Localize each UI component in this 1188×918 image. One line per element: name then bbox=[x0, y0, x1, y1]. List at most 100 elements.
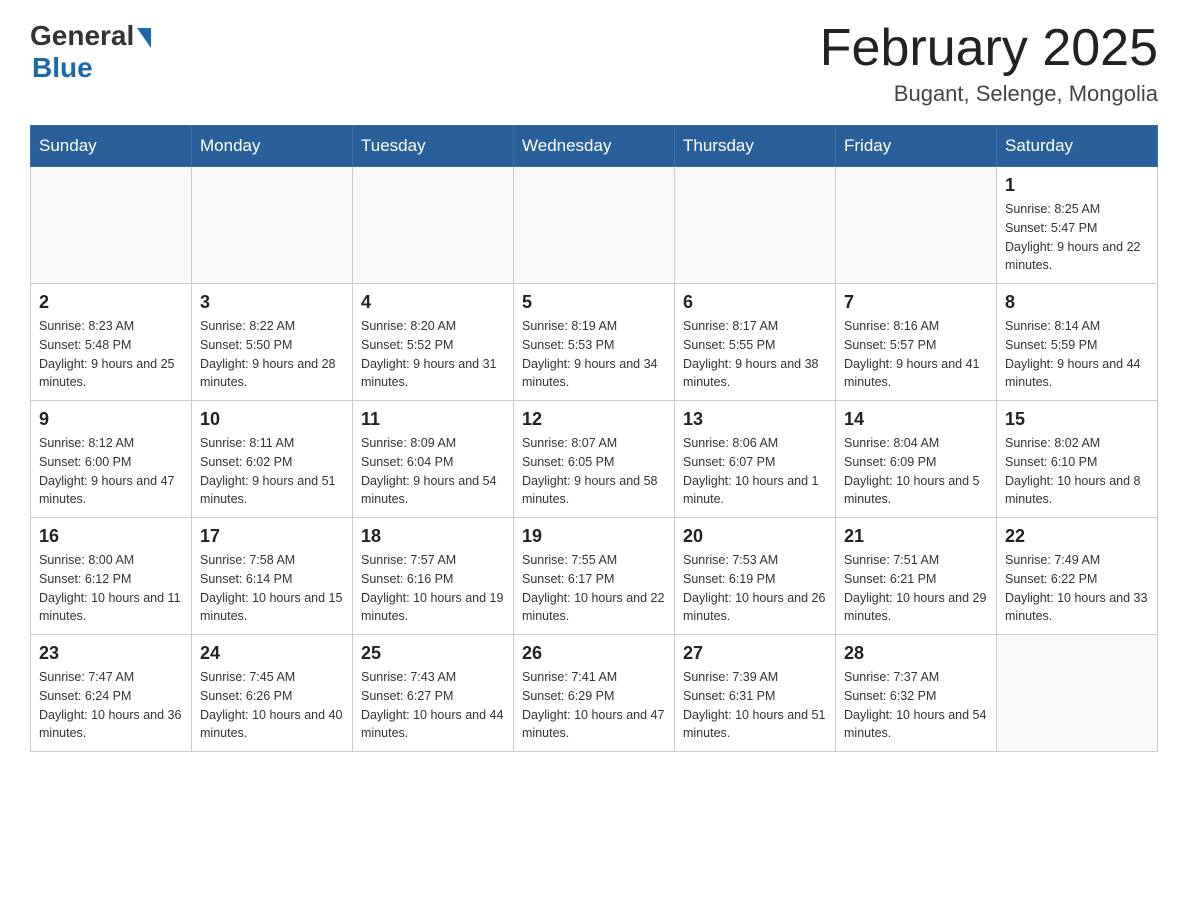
weekday-header-tuesday: Tuesday bbox=[353, 126, 514, 167]
calendar-cell: 5 Sunrise: 8:19 AMSunset: 5:53 PMDaylight… bbox=[514, 284, 675, 401]
calendar-cell: 18 Sunrise: 7:57 AMSunset: 6:16 PMDayligh… bbox=[353, 518, 514, 635]
week-row-5: 23 Sunrise: 7:47 AMSunset: 6:24 PMDayligh… bbox=[31, 635, 1158, 752]
day-number: 12 bbox=[522, 409, 666, 430]
day-number: 5 bbox=[522, 292, 666, 313]
day-info: Sunrise: 8:14 AMSunset: 5:59 PMDaylight:… bbox=[1005, 317, 1149, 392]
calendar-cell: 4 Sunrise: 8:20 AMSunset: 5:52 PMDaylight… bbox=[353, 284, 514, 401]
day-info: Sunrise: 8:20 AMSunset: 5:52 PMDaylight:… bbox=[361, 317, 505, 392]
calendar-cell bbox=[997, 635, 1158, 752]
day-info: Sunrise: 8:12 AMSunset: 6:00 PMDaylight:… bbox=[39, 434, 183, 509]
weekday-header-row: SundayMondayTuesdayWednesdayThursdayFrid… bbox=[31, 126, 1158, 167]
weekday-header-sunday: Sunday bbox=[31, 126, 192, 167]
location: Bugant, Selenge, Mongolia bbox=[820, 81, 1158, 107]
calendar-cell bbox=[31, 167, 192, 284]
week-row-3: 9 Sunrise: 8:12 AMSunset: 6:00 PMDaylight… bbox=[31, 401, 1158, 518]
day-info: Sunrise: 8:16 AMSunset: 5:57 PMDaylight:… bbox=[844, 317, 988, 392]
day-number: 9 bbox=[39, 409, 183, 430]
calendar-cell bbox=[192, 167, 353, 284]
calendar-cell: 2 Sunrise: 8:23 AMSunset: 5:48 PMDaylight… bbox=[31, 284, 192, 401]
day-info: Sunrise: 7:55 AMSunset: 6:17 PMDaylight:… bbox=[522, 551, 666, 626]
logo-arrow-icon bbox=[137, 28, 151, 48]
day-info: Sunrise: 7:39 AMSunset: 6:31 PMDaylight:… bbox=[683, 668, 827, 743]
day-number: 2 bbox=[39, 292, 183, 313]
day-number: 14 bbox=[844, 409, 988, 430]
day-number: 15 bbox=[1005, 409, 1149, 430]
calendar-cell: 13 Sunrise: 8:06 AMSunset: 6:07 PMDayligh… bbox=[675, 401, 836, 518]
day-info: Sunrise: 7:53 AMSunset: 6:19 PMDaylight:… bbox=[683, 551, 827, 626]
calendar-cell: 15 Sunrise: 8:02 AMSunset: 6:10 PMDayligh… bbox=[997, 401, 1158, 518]
calendar-cell: 6 Sunrise: 8:17 AMSunset: 5:55 PMDaylight… bbox=[675, 284, 836, 401]
day-info: Sunrise: 8:25 AMSunset: 5:47 PMDaylight:… bbox=[1005, 200, 1149, 275]
calendar-cell: 9 Sunrise: 8:12 AMSunset: 6:00 PMDaylight… bbox=[31, 401, 192, 518]
calendar-cell: 14Sunrise: 8:04 AMSunset: 6:09 PMDayligh… bbox=[836, 401, 997, 518]
day-info: Sunrise: 8:19 AMSunset: 5:53 PMDaylight:… bbox=[522, 317, 666, 392]
day-info: Sunrise: 7:58 AMSunset: 6:14 PMDaylight:… bbox=[200, 551, 344, 626]
day-info: Sunrise: 8:11 AMSunset: 6:02 PMDaylight:… bbox=[200, 434, 344, 509]
day-number: 13 bbox=[683, 409, 827, 430]
calendar-cell: 16 Sunrise: 8:00 AMSunset: 6:12 PMDayligh… bbox=[31, 518, 192, 635]
calendar-cell: 25 Sunrise: 7:43 AMSunset: 6:27 PMDayligh… bbox=[353, 635, 514, 752]
calendar-cell: 7 Sunrise: 8:16 AMSunset: 5:57 PMDaylight… bbox=[836, 284, 997, 401]
day-number: 25 bbox=[361, 643, 505, 664]
page-header: General Blue February 2025 Bugant, Selen… bbox=[30, 20, 1158, 107]
day-info: Sunrise: 7:51 AMSunset: 6:21 PMDaylight:… bbox=[844, 551, 988, 626]
day-number: 3 bbox=[200, 292, 344, 313]
day-number: 23 bbox=[39, 643, 183, 664]
day-info: Sunrise: 8:17 AMSunset: 5:55 PMDaylight:… bbox=[683, 317, 827, 392]
calendar-cell bbox=[675, 167, 836, 284]
calendar-cell: 23 Sunrise: 7:47 AMSunset: 6:24 PMDayligh… bbox=[31, 635, 192, 752]
day-number: 21 bbox=[844, 526, 988, 547]
calendar-cell: 24Sunrise: 7:45 AMSunset: 6:26 PMDayligh… bbox=[192, 635, 353, 752]
day-info: Sunrise: 8:07 AMSunset: 6:05 PMDaylight:… bbox=[522, 434, 666, 509]
day-info: Sunrise: 8:06 AMSunset: 6:07 PMDaylight:… bbox=[683, 434, 827, 509]
day-info: Sunrise: 8:02 AMSunset: 6:10 PMDaylight:… bbox=[1005, 434, 1149, 509]
logo-blue-text: Blue bbox=[32, 52, 93, 84]
calendar-table: SundayMondayTuesdayWednesdayThursdayFrid… bbox=[30, 125, 1158, 752]
day-number: 18 bbox=[361, 526, 505, 547]
week-row-2: 2 Sunrise: 8:23 AMSunset: 5:48 PMDaylight… bbox=[31, 284, 1158, 401]
day-info: Sunrise: 7:43 AMSunset: 6:27 PMDaylight:… bbox=[361, 668, 505, 743]
calendar-cell: 22Sunrise: 7:49 AMSunset: 6:22 PMDayligh… bbox=[997, 518, 1158, 635]
logo-general-text: General bbox=[30, 20, 134, 52]
day-number: 16 bbox=[39, 526, 183, 547]
day-number: 20 bbox=[683, 526, 827, 547]
calendar-cell: 26Sunrise: 7:41 AMSunset: 6:29 PMDayligh… bbox=[514, 635, 675, 752]
calendar-cell bbox=[353, 167, 514, 284]
day-number: 19 bbox=[522, 526, 666, 547]
calendar-cell bbox=[836, 167, 997, 284]
title-block: February 2025 Bugant, Selenge, Mongolia bbox=[820, 20, 1158, 107]
calendar-cell: 8 Sunrise: 8:14 AMSunset: 5:59 PMDaylight… bbox=[997, 284, 1158, 401]
week-row-1: 1 Sunrise: 8:25 AMSunset: 5:47 PMDaylight… bbox=[31, 167, 1158, 284]
day-number: 4 bbox=[361, 292, 505, 313]
day-info: Sunrise: 7:37 AMSunset: 6:32 PMDaylight:… bbox=[844, 668, 988, 743]
day-info: Sunrise: 8:00 AMSunset: 6:12 PMDaylight:… bbox=[39, 551, 183, 626]
calendar-cell: 3Sunrise: 8:22 AMSunset: 5:50 PMDaylight… bbox=[192, 284, 353, 401]
day-number: 7 bbox=[844, 292, 988, 313]
calendar-cell: 17 Sunrise: 7:58 AMSunset: 6:14 PMDayligh… bbox=[192, 518, 353, 635]
weekday-header-wednesday: Wednesday bbox=[514, 126, 675, 167]
day-number: 17 bbox=[200, 526, 344, 547]
day-number: 27 bbox=[683, 643, 827, 664]
weekday-header-thursday: Thursday bbox=[675, 126, 836, 167]
day-number: 6 bbox=[683, 292, 827, 313]
day-info: Sunrise: 7:57 AMSunset: 6:16 PMDaylight:… bbox=[361, 551, 505, 626]
day-number: 22 bbox=[1005, 526, 1149, 547]
day-number: 24 bbox=[200, 643, 344, 664]
calendar-cell: 11Sunrise: 8:09 AMSunset: 6:04 PMDayligh… bbox=[353, 401, 514, 518]
calendar-cell: 1 Sunrise: 8:25 AMSunset: 5:47 PMDaylight… bbox=[997, 167, 1158, 284]
logo: General Blue bbox=[30, 20, 151, 84]
calendar-cell: 19 Sunrise: 7:55 AMSunset: 6:17 PMDayligh… bbox=[514, 518, 675, 635]
day-info: Sunrise: 8:23 AMSunset: 5:48 PMDaylight:… bbox=[39, 317, 183, 392]
calendar-cell: 27 Sunrise: 7:39 AMSunset: 6:31 PMDayligh… bbox=[675, 635, 836, 752]
day-number: 8 bbox=[1005, 292, 1149, 313]
calendar-cell: 20 Sunrise: 7:53 AMSunset: 6:19 PMDayligh… bbox=[675, 518, 836, 635]
weekday-header-friday: Friday bbox=[836, 126, 997, 167]
weekday-header-monday: Monday bbox=[192, 126, 353, 167]
day-number: 10 bbox=[200, 409, 344, 430]
day-info: Sunrise: 7:41 AMSunset: 6:29 PMDaylight:… bbox=[522, 668, 666, 743]
day-number: 1 bbox=[1005, 175, 1149, 196]
calendar-cell: 28Sunrise: 7:37 AMSunset: 6:32 PMDayligh… bbox=[836, 635, 997, 752]
weekday-header-saturday: Saturday bbox=[997, 126, 1158, 167]
day-info: Sunrise: 7:47 AMSunset: 6:24 PMDaylight:… bbox=[39, 668, 183, 743]
calendar-cell: 10 Sunrise: 8:11 AMSunset: 6:02 PMDayligh… bbox=[192, 401, 353, 518]
